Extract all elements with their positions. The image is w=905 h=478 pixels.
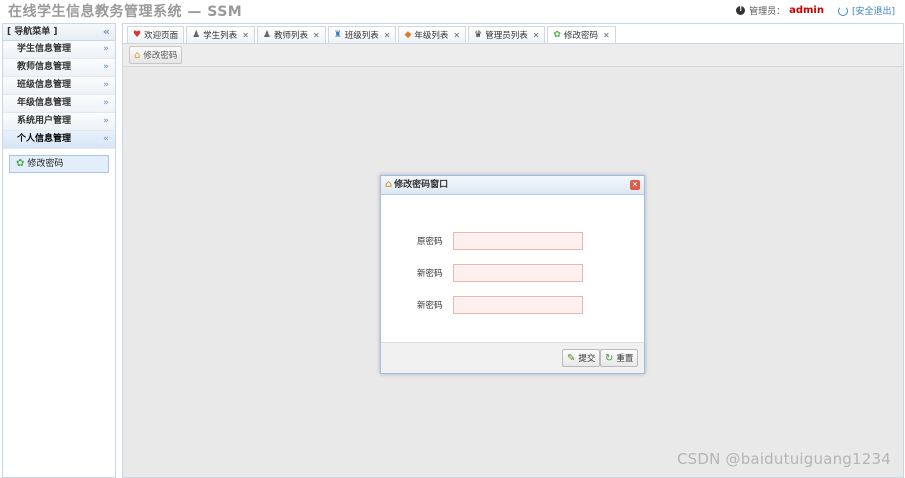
tab-label: 教师列表	[273, 31, 308, 41]
sidebar-header: [ 导航菜单 ] «	[3, 24, 115, 41]
tab-label: 年级列表	[414, 31, 449, 41]
submenu: ✿ 修改密码	[3, 149, 115, 179]
chevron-down-icon: »	[103, 44, 109, 54]
class-icon: ♜	[333, 30, 342, 40]
new-password-label: 新密码	[417, 269, 443, 279]
gear-icon: ✿	[553, 30, 561, 40]
chevron-down-icon: »	[103, 80, 109, 90]
close-icon[interactable]: ✕	[313, 31, 320, 40]
toolbar-button-label: 修改密码	[143, 51, 178, 61]
house-icon: ⌂	[134, 49, 141, 61]
tab-bar: ♥ 欢迎页面 ♟ 学生列表 ✕ ♟ 教师列表 ✕ ♜ 班级列表 ✕ ◆ 年级列表…	[123, 24, 903, 44]
sidebar-item-label: 年级信息管理	[17, 98, 72, 108]
logout-link[interactable]: [安全退出]	[852, 4, 895, 17]
chevron-down-icon: »	[103, 98, 109, 108]
username: admin	[789, 5, 824, 16]
close-icon[interactable]: ✕	[453, 31, 460, 40]
submenu-label: 修改密码	[27, 159, 64, 169]
sidebar-item-student[interactable]: 学生信息管理 »	[3, 41, 115, 59]
user-area: 管理员： admin [安全退出]	[736, 4, 895, 17]
sidebar-item-class[interactable]: 班级信息管理 »	[3, 77, 115, 95]
house-icon: ⌂	[385, 179, 393, 190]
close-icon[interactable]: ✕	[603, 31, 610, 40]
pencil-icon: ✎	[567, 352, 576, 364]
dialog-title: 修改密码窗口	[394, 180, 449, 190]
old-password-label: 原密码	[417, 237, 443, 247]
sidebar-item-personal[interactable]: 个人信息管理 «	[3, 131, 115, 149]
chevron-up-icon: «	[103, 134, 109, 144]
power-icon[interactable]	[837, 5, 848, 16]
sidebar-item-label: 个人信息管理	[17, 134, 72, 144]
student-icon: ♟	[192, 30, 201, 40]
admin-icon: ♛	[474, 30, 483, 40]
info-icon	[736, 5, 746, 15]
password-form: 原密码 新密码 新密码	[381, 195, 644, 321]
collapse-sidebar-icon[interactable]: «	[103, 24, 110, 40]
close-icon[interactable]: ✕	[242, 31, 249, 40]
tab-teacher-list[interactable]: ♟ 教师列表 ✕	[256, 26, 326, 43]
chevron-down-icon: »	[103, 116, 109, 126]
sidebar-item-label: 班级信息管理	[17, 80, 72, 90]
tab-student-list[interactable]: ♟ 学生列表 ✕	[186, 26, 255, 43]
dialog-footer: ✎ 提交 ↻ 重置	[381, 342, 644, 373]
user-label: 管理员：	[749, 7, 786, 17]
submit-label: 提交	[578, 354, 596, 364]
tab-change-password[interactable]: ✿ 修改密码 ✕	[547, 26, 616, 43]
submenu-change-password[interactable]: ✿ 修改密码	[9, 155, 109, 173]
tab-class-list[interactable]: ♜ 班级列表 ✕	[327, 26, 397, 43]
change-password-button[interactable]: ⌂ 修改密码	[129, 46, 183, 64]
tab-label: 学生列表	[203, 31, 238, 41]
sidebar-item-label: 系统用户管理	[17, 116, 72, 126]
tab-label: 班级列表	[344, 31, 379, 41]
reload-icon: ↻	[605, 352, 614, 364]
grade-icon: ◆	[404, 30, 412, 40]
sidebar-item-system-users[interactable]: 系统用户管理 »	[3, 113, 115, 131]
old-password-input[interactable]	[453, 232, 583, 250]
tab-label: 管理员列表	[485, 31, 528, 41]
form-row-confirm-password: 新密码	[381, 289, 644, 321]
app-title: 在线学生信息教务管理系统 — SSM	[8, 4, 243, 20]
change-password-dialog: ⌂ 修改密码窗口 ✕ 原密码 新密码 新密码 ✎ 提交 ↻ 重置	[380, 175, 645, 374]
form-row-old-password: 原密码	[381, 225, 644, 257]
chevron-down-icon: »	[103, 62, 109, 72]
tab-grade-list[interactable]: ◆ 年级列表 ✕	[398, 26, 467, 43]
toolbar: ⌂ 修改密码	[123, 44, 903, 67]
gear-icon: ✿	[16, 158, 25, 169]
tab-welcome[interactable]: ♥ 欢迎页面	[127, 26, 185, 43]
new-password-input[interactable]	[453, 264, 583, 282]
sidebar-item-grade[interactable]: 年级信息管理 »	[3, 95, 115, 113]
close-icon[interactable]: ✕	[384, 31, 391, 40]
app-header: 在线学生信息教务管理系统 — SSM 管理员： admin [安全退出]	[0, 0, 905, 22]
confirm-password-label: 新密码	[417, 301, 443, 311]
watermark: CSDN @baidutuiguang1234	[676, 450, 891, 468]
teacher-icon: ♟	[262, 30, 271, 40]
sidebar-title: [ 导航菜单 ]	[7, 27, 58, 37]
tab-label: 欢迎页面	[144, 31, 179, 41]
nav-sidebar: [ 导航菜单 ] « 学生信息管理 » 教师信息管理 » 班级信息管理 » 年级…	[2, 23, 116, 478]
reset-button[interactable]: ↻ 重置	[600, 349, 639, 367]
sidebar-item-label: 教师信息管理	[17, 62, 72, 72]
sidebar-item-teacher[interactable]: 教师信息管理 »	[3, 59, 115, 77]
tab-label: 修改密码	[563, 31, 598, 41]
reset-label: 重置	[616, 354, 634, 364]
confirm-password-input[interactable]	[453, 296, 583, 314]
sidebar-item-label: 学生信息管理	[17, 44, 72, 54]
tab-admin-list[interactable]: ♛ 管理员列表 ✕	[468, 26, 546, 43]
close-icon[interactable]: ✕	[533, 31, 540, 40]
form-row-new-password: 新密码	[381, 257, 644, 289]
heart-icon: ♥	[133, 30, 142, 40]
dialog-titlebar[interactable]: ⌂ 修改密码窗口 ✕	[381, 176, 644, 195]
close-icon[interactable]: ✕	[630, 180, 640, 190]
submit-button[interactable]: ✎ 提交	[562, 349, 601, 367]
